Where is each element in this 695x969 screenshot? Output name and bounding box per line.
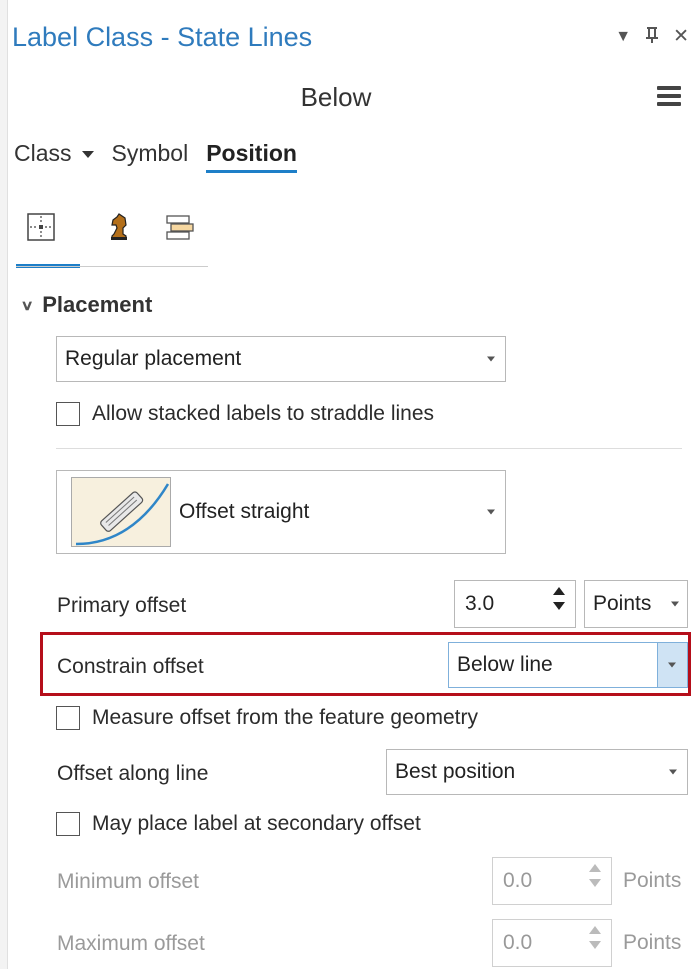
tab-position[interactable]: Position: [206, 140, 297, 173]
primary-offset-unit-value: Points: [593, 592, 652, 615]
constrain-offset-dropdown[interactable]: Below line: [448, 642, 688, 688]
chevron-down-icon: [81, 151, 94, 159]
maximum-offset-unit: Points: [623, 931, 682, 954]
divider: [56, 448, 682, 449]
spinner-icon[interactable]: [553, 587, 567, 617]
offset-along-line-dropdown[interactable]: Best position: [386, 749, 688, 795]
dropdown-arrow-icon: [671, 601, 679, 607]
tab-symbol[interactable]: Symbol: [112, 140, 189, 173]
minimum-offset-unit: Points: [623, 869, 682, 892]
minimum-offset-value: 0.0: [503, 869, 533, 892]
placement-style-dropdown[interactable]: Offset straight: [56, 470, 506, 554]
offset-along-line-value: Best position: [395, 760, 516, 783]
constrain-offset-value: Below line: [457, 653, 553, 676]
pin-icon[interactable]: [645, 24, 659, 50]
primary-offset-label: Primary offset: [57, 594, 187, 617]
measure-offset-checkbox[interactable]: [56, 706, 80, 730]
chevron-down-icon: ∨: [20, 296, 34, 313]
primary-offset-input[interactable]: 3.0: [454, 580, 576, 628]
spinner-icon[interactable]: [589, 926, 603, 956]
subtab-divider: [16, 266, 208, 267]
placement-type-dropdown[interactable]: Regular placement: [56, 336, 506, 382]
minimum-offset-input[interactable]: 0.0: [492, 857, 612, 905]
class-name-header: Below: [300, 82, 372, 112]
chess-knight-icon[interactable]: [104, 212, 134, 242]
straddle-lines-checkbox-row[interactable]: Allow stacked labels to straddle lines: [56, 402, 434, 426]
pane-title: Label Class - State Lines: [12, 22, 313, 52]
tab-class[interactable]: Class: [14, 140, 94, 173]
left-gutter: [0, 0, 8, 969]
pane-tabs: Class Symbol Position: [14, 140, 315, 173]
primary-offset-unit-dropdown[interactable]: Points: [584, 580, 688, 628]
dropdown-arrow-icon: [669, 769, 677, 775]
straddle-lines-checkbox[interactable]: [56, 402, 80, 426]
dropdown-arrow-icon: [487, 509, 495, 515]
options-dropdown-icon[interactable]: ▼: [615, 26, 631, 48]
secondary-offset-label: May place label at secondary offset: [92, 812, 421, 835]
dropdown-arrow-icon: [668, 662, 676, 668]
title-controls: ▼ ✕: [615, 24, 689, 50]
placement-type-value: Regular placement: [65, 347, 242, 370]
offset-along-line-label: Offset along line: [57, 762, 209, 785]
placement-section-header[interactable]: ∨ Placement: [20, 292, 153, 318]
maximum-offset-label: Maximum offset: [57, 932, 205, 955]
measure-offset-label: Measure offset from the feature geometry: [92, 706, 478, 729]
constrain-offset-label: Constrain offset: [57, 655, 204, 678]
close-icon[interactable]: ✕: [673, 26, 689, 48]
stacked-text-icon[interactable]: [164, 212, 194, 242]
menu-icon[interactable]: [657, 86, 681, 106]
primary-offset-value: 3.0: [465, 592, 495, 615]
spinner-icon[interactable]: [589, 864, 603, 894]
dropdown-button[interactable]: [657, 643, 687, 687]
minimum-offset-label: Minimum offset: [57, 870, 199, 893]
section-label: Placement: [42, 292, 153, 317]
tab-class-label: Class: [14, 140, 72, 166]
secondary-offset-checkbox-row[interactable]: May place label at secondary offset: [56, 812, 421, 836]
placement-style-value: Offset straight: [179, 500, 310, 523]
straddle-lines-label: Allow stacked labels to straddle lines: [92, 402, 435, 425]
dropdown-arrow-icon: [487, 356, 495, 362]
measure-offset-checkbox-row[interactable]: Measure offset from the feature geometry: [56, 706, 478, 730]
offset-straight-preview-icon: [71, 477, 171, 547]
maximum-offset-value: 0.0: [503, 931, 533, 954]
position-subtabs: [16, 200, 208, 270]
placement-grid-icon[interactable]: [26, 212, 56, 242]
maximum-offset-input[interactable]: 0.0: [492, 919, 612, 967]
secondary-offset-checkbox[interactable]: [56, 812, 80, 836]
